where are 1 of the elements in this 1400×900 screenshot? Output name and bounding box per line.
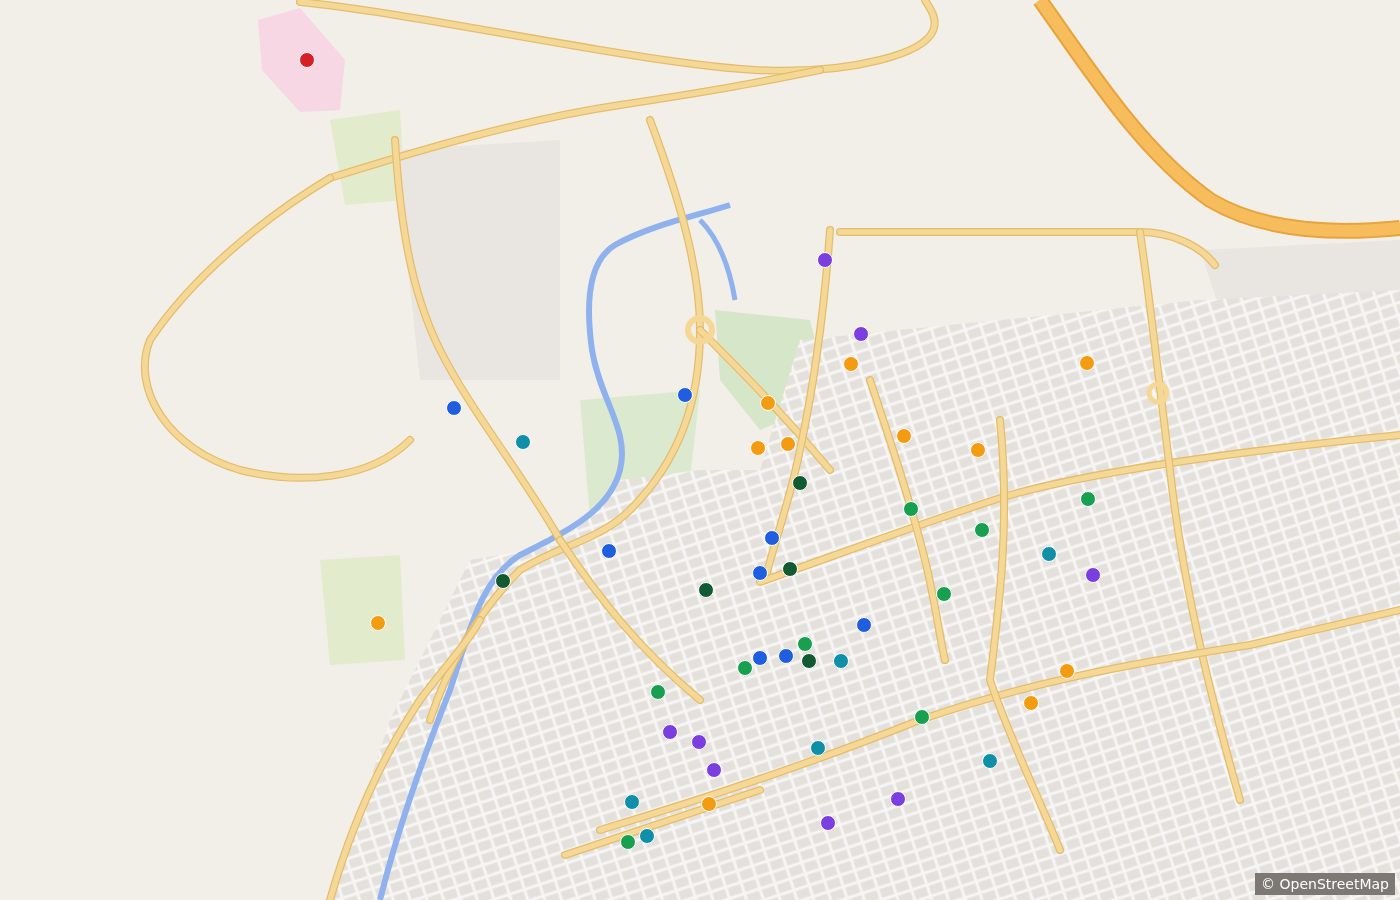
attribution-link[interactable]: © OpenStreetMap <box>1255 873 1395 895</box>
